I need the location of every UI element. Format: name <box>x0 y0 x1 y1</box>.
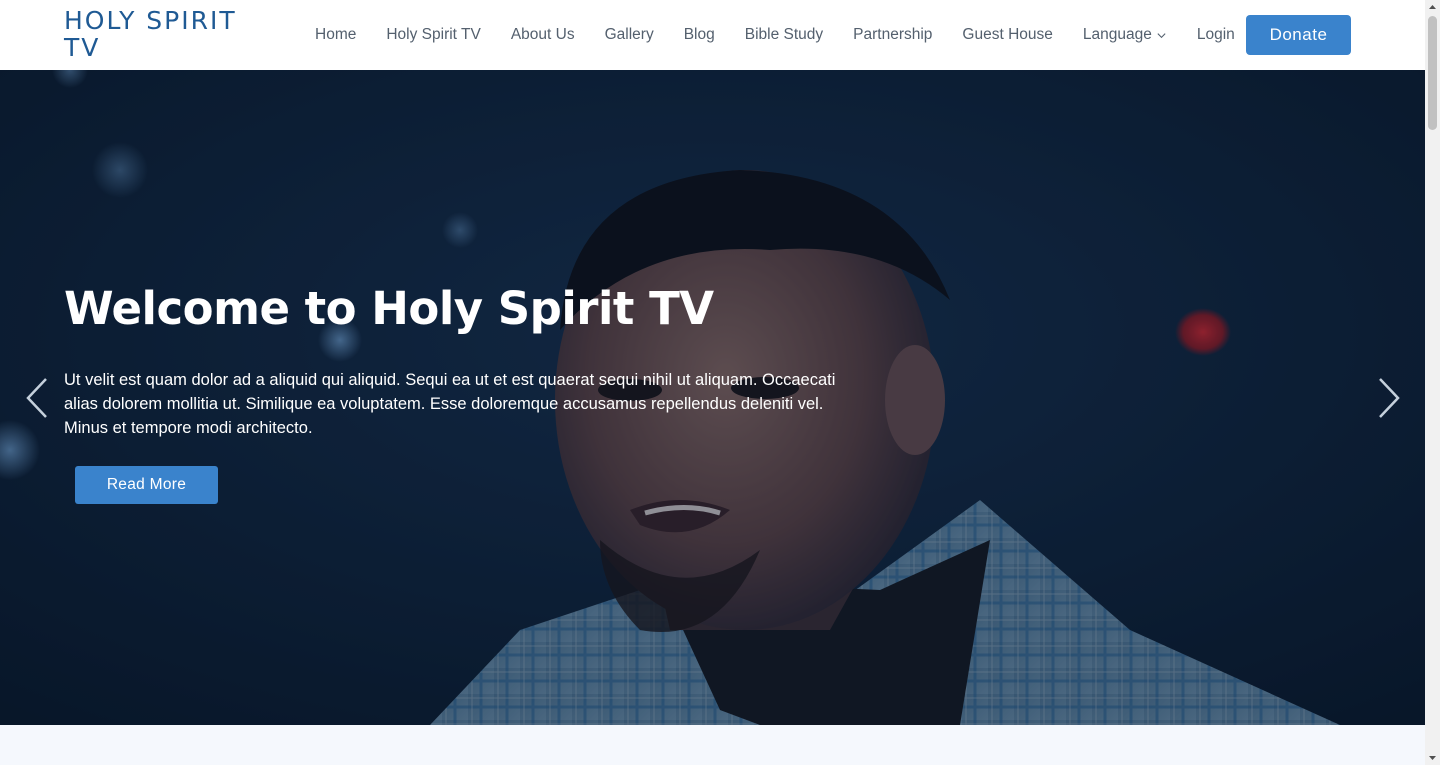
nav-about-us[interactable]: About Us <box>496 26 590 44</box>
scroll-up-arrow-icon[interactable] <box>1425 0 1440 15</box>
site-logo[interactable]: HOLY SPIRIT TV <box>64 7 274 61</box>
donate-button[interactable]: Donate <box>1246 15 1351 55</box>
page-scrollbar[interactable] <box>1425 0 1440 765</box>
chevron-down-icon <box>1157 32 1166 38</box>
read-more-button[interactable]: Read More <box>75 466 218 504</box>
nav-holy-spirit-tv[interactable]: Holy Spirit TV <box>371 26 495 44</box>
nav-partnership[interactable]: Partnership <box>838 26 947 44</box>
nav-bible-study[interactable]: Bible Study <box>730 26 838 44</box>
nav-login[interactable]: Login <box>1182 26 1250 44</box>
scroll-down-arrow-icon[interactable] <box>1425 750 1440 765</box>
next-section <box>0 725 1425 765</box>
chevron-right-icon[interactable] <box>1374 375 1404 421</box>
site-header: HOLY SPIRIT TV Home Holy Spirit TV About… <box>0 0 1425 70</box>
main-nav: Home Holy Spirit TV About Us Gallery Blo… <box>300 0 1250 70</box>
hero-title: Welcome to Holy Spirit TV <box>64 282 714 335</box>
nav-blog[interactable]: Blog <box>669 26 730 44</box>
scrollbar-thumb[interactable] <box>1428 16 1437 130</box>
nav-language-dropdown[interactable]: Language <box>1068 26 1182 44</box>
nav-gallery[interactable]: Gallery <box>590 26 669 44</box>
hero-carousel: Welcome to Holy Spirit TV Ut velit est q… <box>0 70 1425 725</box>
nav-language-label: Language <box>1082 26 1152 43</box>
nav-home[interactable]: Home <box>300 26 371 44</box>
hero-description: Ut velit est quam dolor ad a aliquid qui… <box>64 371 836 437</box>
nav-guest-house[interactable]: Guest House <box>947 26 1067 44</box>
chevron-left-icon[interactable] <box>22 375 52 421</box>
